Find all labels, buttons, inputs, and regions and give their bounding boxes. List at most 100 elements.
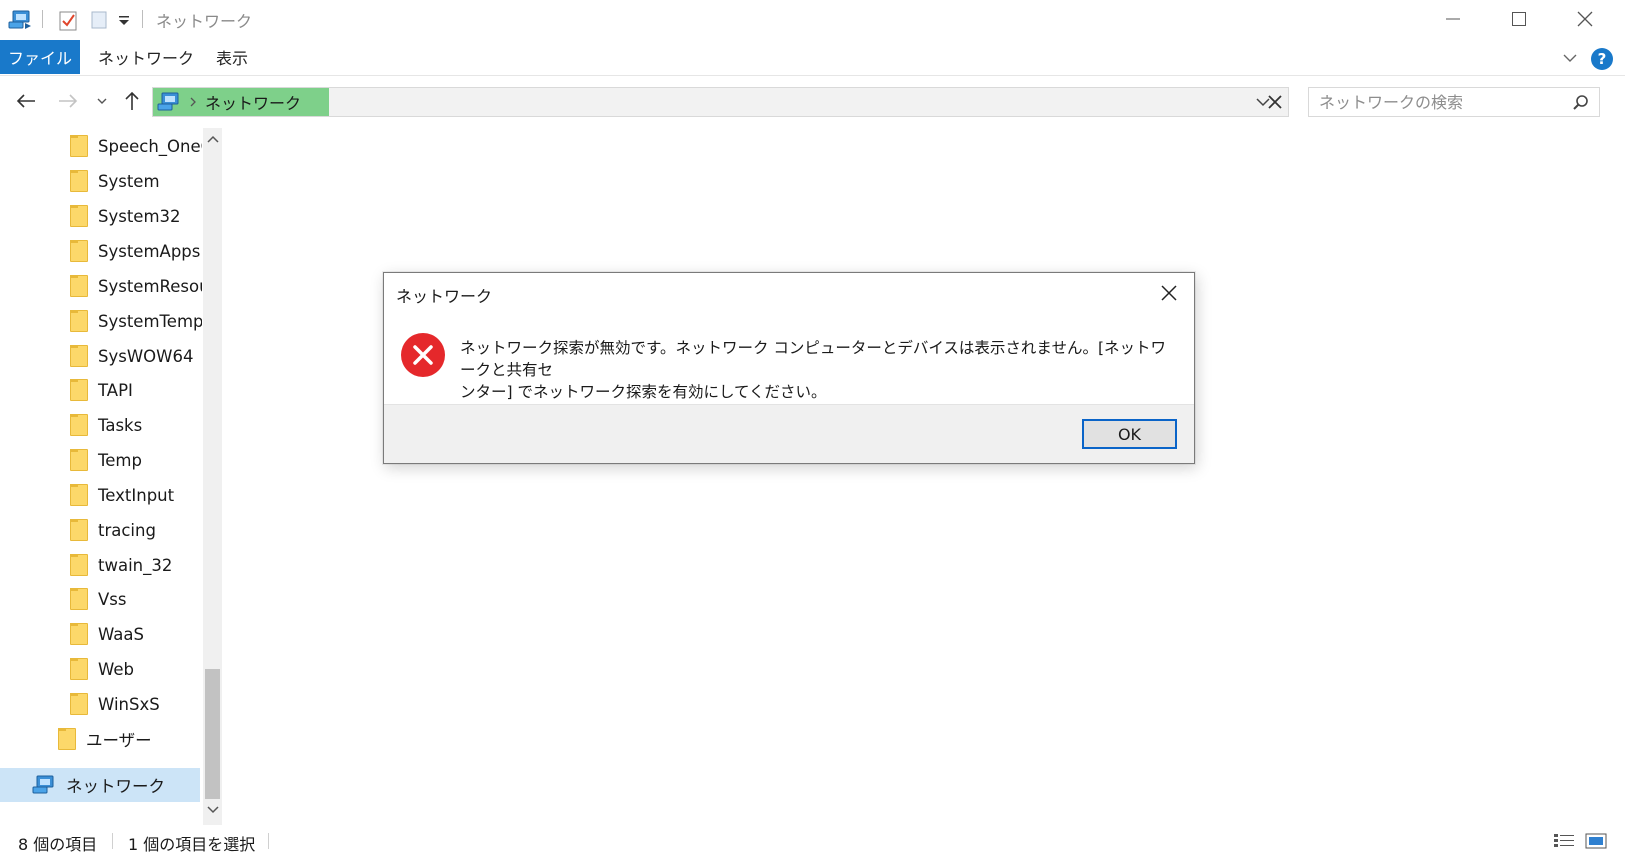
arrow-up-icon	[125, 91, 139, 110]
dialog-message: ネットワーク探索が無効です。ネットワーク コンピューターとデバイスは表示されませ…	[460, 337, 1170, 403]
expand-ribbon-button[interactable]	[1560, 48, 1580, 68]
maximize-icon	[1512, 12, 1526, 26]
item-count: 8 個の項目	[18, 835, 98, 854]
tree-item[interactable]: Temp	[70, 444, 202, 476]
tree-item-label: Vss	[98, 589, 127, 609]
close-window-button[interactable]	[1552, 0, 1618, 38]
dialog-footer	[384, 404, 1194, 463]
tree-item[interactable]: Speech_OneC	[70, 130, 202, 162]
folder-icon	[70, 170, 88, 192]
tree-item[interactable]: ユーザー	[58, 723, 202, 755]
navigation-bar: ネットワーク	[0, 78, 1625, 124]
navigation-pane: Speech_OneC System System32 SystemApps S…	[0, 128, 222, 825]
folder-icon	[70, 379, 88, 401]
folder-icon	[70, 345, 88, 367]
tree-item[interactable]: Tasks	[70, 409, 202, 441]
address-bar[interactable]: ネットワーク	[152, 87, 1289, 117]
close-icon	[1161, 285, 1177, 301]
tree-item[interactable]: System32	[70, 200, 202, 232]
tree-item-label: System	[98, 171, 160, 191]
customize-toolbar-icon[interactable]	[114, 8, 134, 32]
network-icon	[157, 91, 183, 113]
tree-item[interactable]: WaaS	[70, 618, 202, 650]
large-icons-view-button[interactable]	[1584, 831, 1608, 851]
tree-item[interactable]: Web	[70, 653, 202, 685]
status-bar: 8 個の項目 1 個の項目を選択	[0, 825, 1625, 857]
tree-item[interactable]: System	[70, 165, 202, 197]
qa-separator	[142, 10, 143, 28]
back-button[interactable]	[12, 86, 40, 116]
recent-locations-button[interactable]	[92, 86, 112, 116]
error-icon	[401, 333, 445, 377]
tree-item-label: SystemTemp	[98, 311, 202, 331]
tree-item[interactable]: tracing	[70, 514, 202, 546]
close-icon	[1268, 95, 1282, 109]
title-bar: ネットワーク	[0, 0, 1625, 40]
navigation-scrollbar[interactable]	[203, 128, 222, 825]
tree-item-label: WinSxS	[98, 694, 160, 714]
tree-item[interactable]: TextInput	[70, 479, 202, 511]
scroll-up-button[interactable]	[203, 130, 222, 148]
folder-icon	[70, 519, 88, 541]
network-icon	[32, 774, 58, 796]
breadcrumb-network[interactable]: ネットワーク	[205, 90, 301, 114]
status-separator	[268, 833, 269, 849]
details-view-button[interactable]	[1552, 831, 1576, 851]
tree-item-label: SystemResou	[98, 276, 202, 296]
tree-item[interactable]: SystemResou	[70, 270, 202, 302]
help-button[interactable]: ?	[1591, 48, 1613, 70]
tree-item[interactable]: WinSxS	[70, 688, 202, 720]
tree-item-label: System32	[98, 206, 181, 226]
tree-item[interactable]: SystemTemp	[70, 305, 202, 337]
folder-icon	[58, 728, 76, 750]
dialog-close-button[interactable]	[1156, 281, 1182, 305]
tree-item-label: Tasks	[98, 415, 143, 435]
arrow-right-icon	[59, 94, 78, 108]
scroll-thumb[interactable]	[205, 669, 220, 799]
tree-item[interactable]: SystemApps	[70, 235, 202, 267]
new-folder-icon[interactable]	[86, 8, 112, 32]
search-box[interactable]	[1308, 87, 1600, 117]
folder-icon	[70, 484, 88, 506]
error-dialog: ネットワーク ネットワーク探索が無効です。ネットワーク コンピューターとデバイス…	[383, 272, 1195, 464]
tree-item-label: SystemApps	[98, 241, 201, 261]
stop-button[interactable]	[1264, 91, 1286, 113]
maximize-button[interactable]	[1486, 0, 1552, 38]
ok-button[interactable]: OK	[1082, 419, 1177, 449]
dialog-message-line: ネットワーク探索が無効です。ネットワーク コンピューターとデバイスは表示されませ…	[460, 339, 1166, 379]
tab-network[interactable]: ネットワーク	[84, 40, 208, 74]
folder-icon	[70, 135, 88, 157]
chevron-down-icon	[97, 98, 107, 104]
tree-item-label: TAPI	[98, 380, 133, 400]
tree-item[interactable]: Vss	[70, 583, 202, 615]
properties-icon[interactable]	[54, 8, 82, 32]
scroll-down-button[interactable]	[203, 801, 222, 819]
search-input[interactable]	[1319, 92, 1559, 112]
window-title: ネットワーク	[156, 12, 253, 31]
tree-item-label: Temp	[98, 450, 142, 470]
tree-item-network[interactable]: ネットワーク	[0, 768, 200, 802]
folder-icon	[70, 275, 88, 297]
tree-item-label: twain_32	[98, 555, 173, 575]
folder-icon	[70, 658, 88, 680]
minimize-icon	[1446, 18, 1460, 20]
status-separator	[112, 833, 113, 849]
minimize-button[interactable]	[1420, 0, 1486, 38]
folder-icon	[70, 693, 88, 715]
tree-item-label: tracing	[98, 520, 156, 540]
tree-item[interactable]: SysWOW64	[70, 340, 202, 372]
up-button[interactable]	[118, 86, 146, 116]
breadcrumb[interactable]: ネットワーク	[153, 88, 329, 116]
forward-button[interactable]	[54, 86, 82, 116]
tree-item[interactable]: twain_32	[70, 549, 202, 581]
folder-icon	[70, 240, 88, 262]
tree-item[interactable]: TAPI	[70, 374, 202, 406]
tab-view[interactable]: 表示	[202, 40, 262, 74]
search-icon[interactable]	[1571, 93, 1591, 113]
chevron-down-icon	[206, 806, 219, 814]
help-icon: ?	[1597, 50, 1607, 68]
dialog-message-line: ンター] でネットワーク探索を有効にしてください。	[460, 383, 827, 401]
large-icons-view-icon	[1585, 833, 1607, 849]
tree-item-label: Web	[98, 659, 134, 679]
tab-file[interactable]: ファイル	[0, 40, 80, 74]
